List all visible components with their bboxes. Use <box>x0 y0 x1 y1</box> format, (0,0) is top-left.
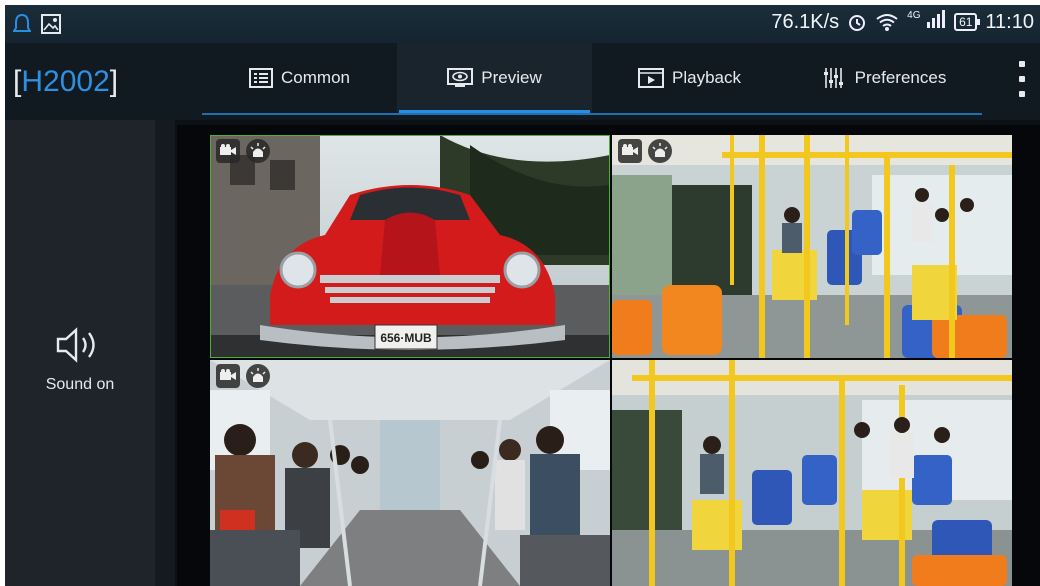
video-channel-3[interactable] <box>210 360 610 586</box>
video-channel-4[interactable] <box>612 360 1012 586</box>
signal-group: 4G <box>907 10 946 34</box>
tab-bar: Common Preview Playback Preferences <box>202 43 982 113</box>
alarm-icon[interactable] <box>246 364 270 388</box>
status-bar: 76.1K/s 4G 61 11:10 <box>5 5 1040 43</box>
camera-feed-image <box>612 360 1012 586</box>
camera-icon[interactable] <box>216 364 240 388</box>
tab-preferences-label: Preferences <box>854 68 947 87</box>
image-icon <box>41 14 61 34</box>
sliders-icon <box>823 68 843 88</box>
svg-text:656·MUB: 656·MUB <box>380 331 432 345</box>
camera-icon[interactable] <box>216 139 240 163</box>
alarm-clock-icon <box>849 15 866 31</box>
tab-preview-label: Preview <box>481 68 542 87</box>
tab-preferences[interactable]: Preferences <box>787 43 982 113</box>
battery-icon: 61 <box>954 13 981 31</box>
tab-common[interactable]: Common <box>202 43 397 113</box>
clock: 11:10 <box>985 10 1034 33</box>
grid-icon <box>249 68 274 88</box>
video-channel-2[interactable] <box>612 135 1012 358</box>
sidebar-divider <box>155 120 175 586</box>
alarm-icon[interactable] <box>246 139 270 163</box>
sound-label: Sound on <box>45 376 115 393</box>
net-speed: 76.1K/s <box>771 10 840 33</box>
sidebar: Sound on <box>5 120 155 586</box>
notification-icon <box>13 13 31 32</box>
overflow-menu-button[interactable] <box>1014 61 1030 97</box>
app-window: 76.1K/s 4G 61 11:10 [H2002] Common Previ… <box>5 5 1040 586</box>
channel-3-overlay <box>216 364 270 388</box>
sound-toggle[interactable]: Sound on <box>5 325 155 394</box>
device-name: H2002 <box>21 65 110 98</box>
eye-icon <box>447 68 474 87</box>
tab-playback[interactable]: Playback <box>592 43 787 113</box>
tab-common-label: Common <box>281 68 350 87</box>
device-id[interactable]: [H2002] <box>13 65 118 99</box>
camera-feed-image: 656·MUB <box>210 135 610 358</box>
wifi-icon <box>876 14 898 31</box>
network-type: 4G <box>907 10 921 21</box>
tab-preview[interactable]: Preview <box>397 43 592 113</box>
camera-icon[interactable] <box>618 139 642 163</box>
video-channel-1[interactable]: 656·MUB <box>210 135 610 358</box>
video-grid: 656·MUB <box>177 125 1040 586</box>
channel-1-overlay <box>216 139 270 163</box>
channel-2-overlay <box>618 139 672 163</box>
alarm-icon[interactable] <box>648 139 672 163</box>
signal-icon <box>927 10 946 28</box>
camera-feed-image <box>210 360 610 586</box>
camera-feed-image <box>612 135 1012 358</box>
tab-playback-label: Playback <box>672 68 741 87</box>
top-bar: [H2002] Common Preview Playback Preferen… <box>5 43 1040 120</box>
film-icon <box>638 68 664 88</box>
status-right: 76.1K/s 4G 61 11:10 <box>771 10 1034 34</box>
tab-underline <box>202 113 982 115</box>
speaker-icon <box>56 327 95 363</box>
status-left-icons <box>13 13 61 35</box>
